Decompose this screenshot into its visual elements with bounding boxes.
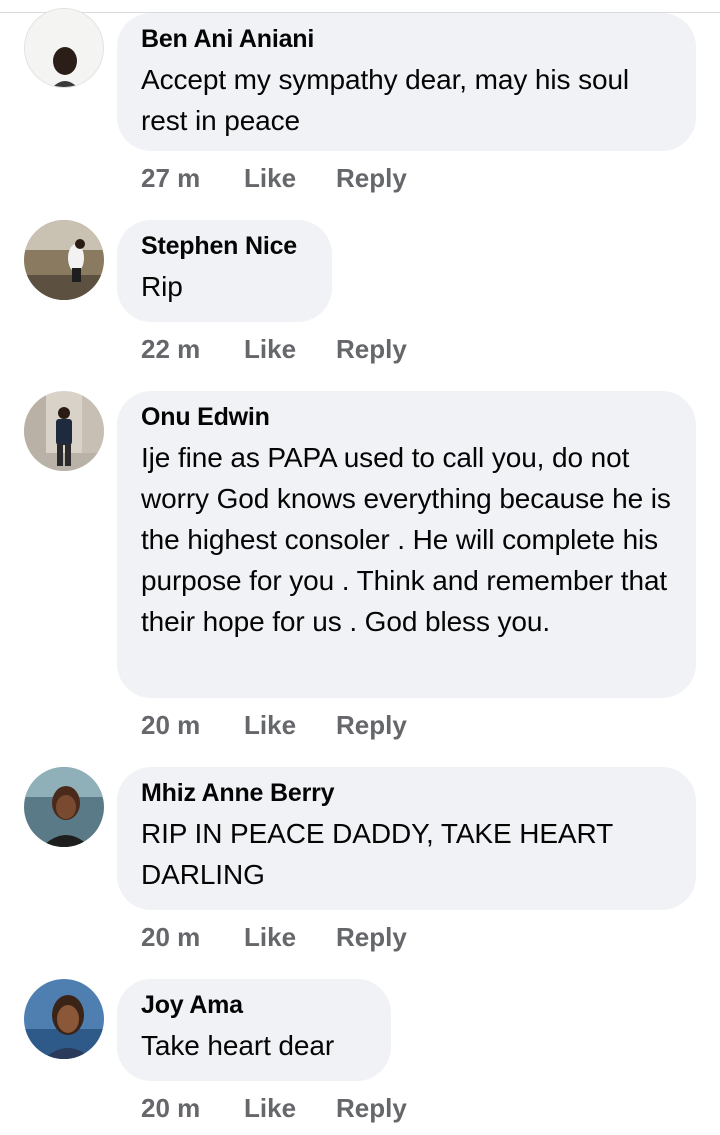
reply-button[interactable]: Reply bbox=[336, 922, 407, 952]
author-name[interactable]: Onu Edwin bbox=[141, 402, 672, 432]
comment-bubble: Onu Edwin Ije fine as PAPA used to call … bbox=[117, 391, 696, 698]
like-button[interactable]: Like bbox=[244, 1093, 296, 1123]
author-name[interactable]: Stephen Nice bbox=[141, 231, 308, 261]
comment-text: Accept my sympathy dear, may his soul re… bbox=[141, 64, 630, 136]
profile-photo-icon bbox=[24, 767, 104, 847]
comment-bubble: Ben Ani Aniani Accept my sympathy dear, … bbox=[117, 13, 696, 151]
like-button[interactable]: Like bbox=[244, 922, 296, 952]
avatar[interactable] bbox=[24, 391, 104, 471]
profile-photo-icon bbox=[25, 9, 103, 87]
avatar[interactable] bbox=[24, 220, 104, 300]
author-name[interactable]: Ben Ani Aniani bbox=[141, 24, 672, 54]
profile-photo-icon bbox=[24, 391, 104, 471]
reply-button[interactable]: Reply bbox=[336, 163, 407, 193]
comment-bubble: Joy Ama Take heart dear bbox=[117, 979, 391, 1081]
avatar[interactable] bbox=[24, 979, 104, 1059]
like-button[interactable]: Like bbox=[244, 334, 296, 364]
avatar[interactable] bbox=[24, 767, 104, 847]
timestamp[interactable]: 20 m bbox=[141, 710, 200, 740]
timestamp[interactable]: 20 m bbox=[141, 1093, 200, 1123]
comment-bubble: Stephen Nice Rip bbox=[117, 220, 332, 322]
author-name[interactable]: Mhiz Anne Berry bbox=[141, 778, 672, 808]
like-button[interactable]: Like bbox=[244, 163, 296, 193]
reply-button[interactable]: Reply bbox=[336, 710, 407, 740]
timestamp[interactable]: 27 m bbox=[141, 163, 200, 193]
comment-bubble: Mhiz Anne Berry RIP IN PEACE DADDY, TAKE… bbox=[117, 767, 696, 910]
timestamp[interactable]: 22 m bbox=[141, 334, 200, 364]
author-name[interactable]: Joy Ama bbox=[141, 990, 367, 1020]
reply-button[interactable]: Reply bbox=[336, 1093, 407, 1123]
avatar[interactable] bbox=[24, 8, 104, 88]
timestamp[interactable]: 20 m bbox=[141, 922, 200, 952]
profile-photo-icon bbox=[24, 979, 104, 1059]
like-button[interactable]: Like bbox=[244, 710, 296, 740]
reply-button[interactable]: Reply bbox=[336, 334, 407, 364]
comment-text: Rip bbox=[141, 271, 183, 302]
comment-text: Take heart dear bbox=[141, 1030, 335, 1061]
comment-text: Ije fine as PAPA used to call you, do no… bbox=[141, 442, 671, 637]
comment-text: RIP IN PEACE DADDY, TAKE HEART DARLING bbox=[141, 818, 613, 890]
profile-photo-icon bbox=[24, 220, 104, 300]
